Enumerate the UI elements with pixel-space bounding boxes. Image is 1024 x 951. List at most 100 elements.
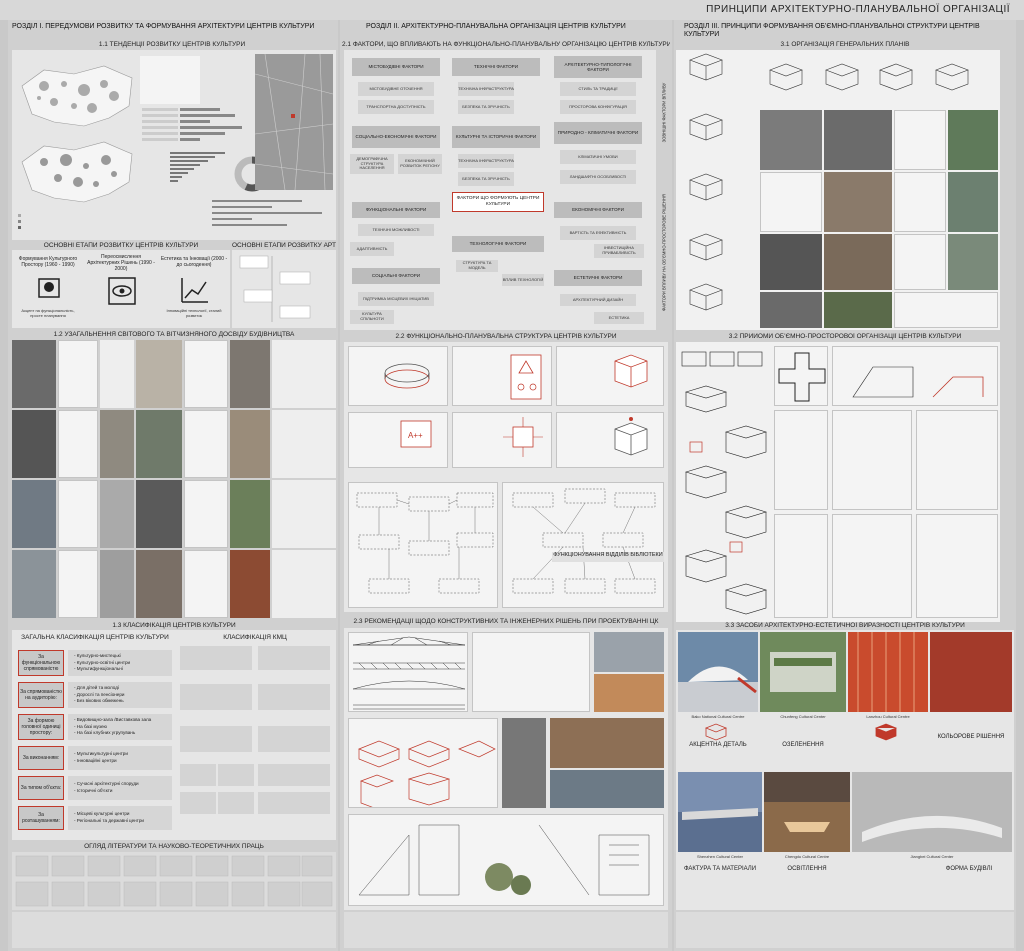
label-greenery: Озеленення xyxy=(782,742,824,748)
factor-socioeconomic: Соціально-економічні фактори xyxy=(352,126,440,148)
factors-panel: Містобудівні фактори Містобудівне оточен… xyxy=(344,50,656,330)
diagram-accessibility xyxy=(452,346,552,406)
section-3-footer-text xyxy=(676,912,1014,948)
caption-greenery: Chunfeng Cultural Center xyxy=(780,714,826,719)
photo-color-2 xyxy=(930,632,1012,712)
flow-diagram-left xyxy=(348,482,498,608)
class-list-4: - Мультикультурні центри - Інноваційні це… xyxy=(68,746,172,770)
kmc-classification-heading: Класифікація КМЦ xyxy=(223,634,287,641)
center-factor-box: Фактори що формують центри культури xyxy=(452,192,544,212)
general-classification-heading: Загальна класифікація центрів культури xyxy=(21,634,169,641)
factor-technical: Технічні фактори xyxy=(452,58,540,76)
caption-color: Lanzhou Cultural Centre xyxy=(866,714,910,719)
section-1-2-heading: 1.2 Узагальнення світового та вітчизняно… xyxy=(53,331,295,338)
section-2-heading: Розділ ІІ. Архітектурно-планувальна орга… xyxy=(366,23,626,30)
constructive-panel xyxy=(344,628,668,910)
section-drawings xyxy=(472,632,590,712)
class-list-1: - Культурно-мистецькі - Культурно-освітні… xyxy=(68,650,172,676)
horizontal-bars xyxy=(142,108,242,141)
svg-text:A++: A++ xyxy=(408,431,423,440)
plan-cross xyxy=(774,346,828,406)
classification-panel: Загальна класифікація центрів культури К… xyxy=(12,630,336,840)
lightbulb-icon xyxy=(38,278,60,298)
literature-review-heading: Огляд літератури та науково-теоретичних … xyxy=(84,843,264,850)
main-title: Принципи архітектурно-планувальної орган… xyxy=(706,4,1010,15)
class-list-6: - Місцеві культурні центри - Регіональні … xyxy=(68,806,172,830)
photo-color xyxy=(848,632,928,712)
factor-cultural: Культурні та історичні фактори xyxy=(452,126,540,148)
photo-texture xyxy=(678,772,762,852)
aerial-city-map xyxy=(254,53,334,191)
library-label: Функціонування відділів бібліотеки xyxy=(552,552,664,562)
flow-diagram-right xyxy=(502,482,664,608)
literature-grid xyxy=(12,852,336,910)
label-texture: Фактура та матеріали xyxy=(683,866,757,872)
section-3-1-heading: 3.1 Організація генеральних планів xyxy=(780,41,910,48)
factor-climate: Природно - кліматичні фактори xyxy=(554,122,642,144)
cube-accent-icon xyxy=(704,723,728,741)
class-list-3: - Видовищно-зала /Виставкова зала - На ба… xyxy=(68,714,172,740)
section-2-footer-text xyxy=(344,912,668,948)
class-box-1: За функціональною спрямованістю xyxy=(18,650,64,676)
caption-form: Jiangbei Cultural Center xyxy=(910,854,954,859)
factor-social: Соціальні фактори xyxy=(352,268,440,284)
photo-glass xyxy=(550,770,664,808)
stage-1-label: Формування Культурного Простору (1960 - … xyxy=(18,256,78,268)
art-residency-heading: Основні етапи розвитку АРТ-РЕЗИДЕНЦІЙ xyxy=(232,242,336,249)
stages-heading: Основні етапи розвитку центрів культури xyxy=(43,242,199,249)
section-2-1-heading: 2.1 Фактори, що впливають на функціональ… xyxy=(342,41,670,48)
cube-color-icon xyxy=(874,723,898,741)
factor-urban: Містобудівні фактори xyxy=(352,58,440,76)
photo-facade xyxy=(550,718,664,768)
functional-structure-panel: A++ Функціонування відділів бібліотеки xyxy=(344,342,668,612)
stages-panel: Формування Культурного Простору (1960 - … xyxy=(12,250,230,328)
stage-2-label: Переосмислення Архітектурних Рішень (199… xyxy=(87,254,155,272)
section-drawing-red xyxy=(832,346,998,406)
growth-chart-icon xyxy=(181,278,208,303)
diagram-cube-2 xyxy=(556,412,664,468)
label-color: Кольорове рішення xyxy=(937,734,1005,740)
trends-panel xyxy=(12,50,336,240)
class-box-6: За розташуванням: xyxy=(18,806,64,830)
factor-aesthetic: Естетичні фактори xyxy=(554,270,642,286)
sorted-bars xyxy=(170,152,225,182)
factor-functional: Функціональні фактори xyxy=(352,202,440,218)
timeline-bars xyxy=(212,200,322,226)
diagram-cube xyxy=(556,346,664,406)
class-box-4: За виконанням: xyxy=(18,746,64,770)
photo-accent-detail xyxy=(678,632,758,712)
label-form: Форма будівлі xyxy=(945,866,993,872)
section-3-2-heading: 3.2 Прийоми об'ємно-просторової організа… xyxy=(728,333,962,340)
section-1-3-heading: 1.3 Класифікація центрів культури xyxy=(112,622,236,629)
label-lighting: Освітлення xyxy=(787,866,827,872)
red-axonometrics xyxy=(348,718,498,808)
caption-accent: Bako National Cultural Centre xyxy=(691,714,745,719)
section-3-3-heading: 3.3 Засоби архітектурно-естетичної вираз… xyxy=(725,622,965,629)
aesthetic-means-panel: Bako National Cultural Centre Chunfeng C… xyxy=(676,630,1014,910)
diagram-square xyxy=(452,412,552,468)
factor-technological: Технологічні фактори xyxy=(452,236,544,252)
diagram-a-plus: A++ xyxy=(348,412,448,468)
stage-3-label: Естетика та Інновації (2000 - до сьогоде… xyxy=(160,256,228,268)
photo-column xyxy=(502,718,546,808)
section-3-heading: Розділ ІІІ. Принципи формування об'ємно-… xyxy=(684,23,980,39)
class-list-5: - Сучасні архітектурні споруди - Історичн… xyxy=(68,776,172,800)
diagram-ring xyxy=(348,346,448,406)
world-experience-grid xyxy=(12,340,336,618)
photo-lighting xyxy=(764,772,850,852)
factor-economic: Економічні фактори xyxy=(554,202,642,218)
section-1-heading: Розділ І. Передумови розвитку та формува… xyxy=(12,23,315,30)
photo-greenery xyxy=(760,632,846,712)
master-plans-panel xyxy=(676,50,1000,330)
truss-diagrams xyxy=(348,632,468,712)
class-list-2: - Для дітей та молоді - Дорослі та пенсіо… xyxy=(68,682,172,708)
volume-spatial-panel xyxy=(676,342,1000,622)
caption-texture: Shenzhen Cultural Center xyxy=(696,854,744,859)
art-residency-panel xyxy=(232,250,336,328)
eye-icon xyxy=(108,277,136,305)
kmc-grid xyxy=(180,646,330,836)
class-box-2: За спрямованістю на аудиторію: xyxy=(18,682,64,708)
legend-cards xyxy=(140,56,200,104)
class-box-5: За типом об'єкта: xyxy=(18,776,64,800)
class-box-3: За формою головної одиниці простору: xyxy=(18,714,64,740)
